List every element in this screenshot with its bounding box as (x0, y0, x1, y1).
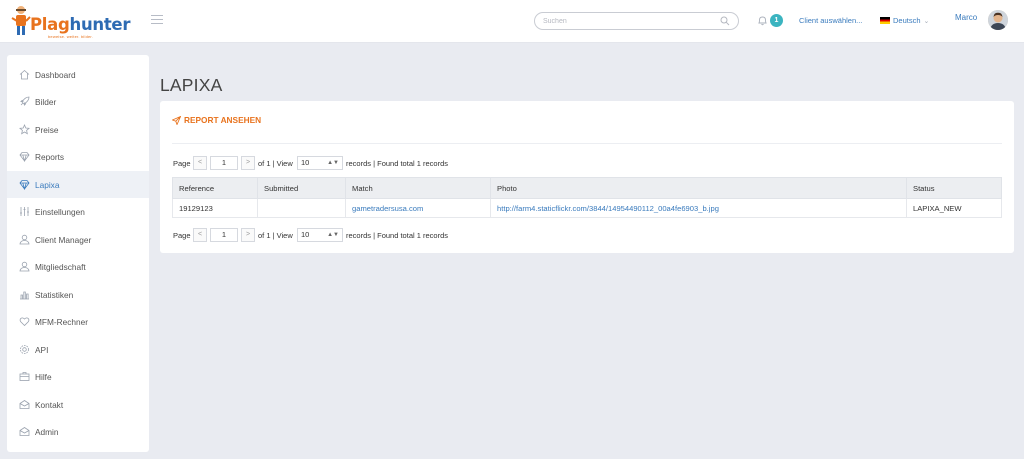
prev-page-button[interactable]: < (193, 156, 207, 170)
notification-badge[interactable]: 1 (770, 14, 783, 27)
sidebar-item-einstellungen[interactable]: Einstellungen (7, 198, 149, 225)
bar-chart-icon (20, 291, 29, 300)
avatar[interactable] (988, 10, 1008, 30)
page-size-select[interactable]: 10 ▲▼ (297, 156, 343, 170)
next-page-button[interactable]: > (241, 228, 255, 242)
page-label: Page (173, 231, 191, 240)
column-header[interactable]: Status (906, 177, 1002, 199)
cell-submitted (257, 198, 346, 218)
sidebar-item-mitgliedschaft[interactable]: Mitgliedschaft (7, 253, 149, 280)
cell-photo-link[interactable]: http://farm4.staticflickr.com/3844/14954… (490, 198, 907, 218)
search-input[interactable] (543, 15, 713, 27)
send-icon (171, 115, 182, 126)
page-of-label: of 1 | View (258, 159, 293, 168)
select-arrows-icon: ▲▼ (327, 232, 339, 238)
cell-match-link[interactable]: gametradersusa.com (345, 198, 491, 218)
sidebar-item-kontakt[interactable]: Kontakt (7, 391, 149, 418)
search-box (534, 12, 739, 30)
page-number-input[interactable]: 1 (210, 156, 238, 170)
sidebar: Dashboard Bilder Preise Reports Lapixa E… (7, 55, 149, 452)
sidebar-item-preise[interactable]: Preise (7, 116, 149, 143)
table-header-row: Reference Submitted Match Photo Status (172, 177, 1002, 199)
content-panel: REPORT ANSEHEN Page < 1 > of 1 | View 10… (160, 101, 1014, 253)
sidebar-item-reports[interactable]: Reports (7, 143, 149, 170)
records-label: records | Found total 1 records (346, 159, 448, 168)
sidebar-item-mfm-rechner[interactable]: MFM-Rechner (7, 308, 149, 335)
records-label: records | Found total 1 records (346, 231, 448, 240)
sidebar-item-client-manager[interactable]: Client Manager (7, 226, 149, 253)
sidebar-item-statistiken[interactable]: Statistiken (7, 281, 149, 308)
gear-icon (20, 345, 29, 354)
user-icon (19, 234, 30, 245)
diamond-icon (19, 152, 30, 162)
sidebar-item-api[interactable]: API (7, 336, 149, 363)
page-title: LAPIXA (160, 75, 223, 95)
logo[interactable]: Plaghunter beweise. weiter. bilder. (10, 5, 130, 39)
sidebar-item-hilfe[interactable]: Hilfe (7, 363, 149, 390)
sidebar-item-lapixa[interactable]: Lapixa (7, 171, 149, 198)
star-icon (19, 124, 30, 135)
rocket-icon (20, 96, 30, 106)
page-of-label: of 1 | View (258, 231, 293, 240)
menu-toggle-icon[interactable] (151, 15, 163, 25)
hunter-figure-icon (11, 6, 31, 35)
sidebar-item-admin[interactable]: Admin (7, 418, 149, 445)
results-table: Reference Submitted Match Photo Status 1… (172, 177, 1002, 218)
sidebar-item-dashboard[interactable]: Dashboard (7, 61, 149, 88)
bell-icon[interactable] (757, 15, 768, 26)
user-name[interactable]: Marco (955, 13, 977, 22)
briefcase-icon (19, 372, 30, 381)
page-size-select[interactable]: 10 ▲▼ (297, 228, 343, 242)
logo-tagline: beweise. weiter. bilder. (48, 34, 94, 39)
page-label: Page (173, 159, 191, 168)
column-header[interactable]: Match (345, 177, 491, 199)
language-select[interactable]: Deutsch ⌄ (880, 16, 929, 25)
next-page-button[interactable]: > (241, 156, 255, 170)
table-row: 19129123 gametradersusa.com http://farm4… (172, 198, 1002, 218)
pagination-bottom: Page < 1 > of 1 | View 10 ▲▼ records | Fo… (173, 227, 573, 243)
cell-reference: 19129123 (172, 198, 258, 218)
diamond-icon (19, 180, 30, 190)
home-icon (19, 69, 30, 80)
search-icon[interactable] (720, 16, 730, 26)
user-photo-icon (988, 10, 1008, 30)
cell-status: LAPIXA_NEW (906, 198, 1002, 218)
language-label: Deutsch (893, 16, 921, 25)
logo-text: Plaghunter (30, 15, 131, 34)
german-flag-icon (880, 17, 890, 24)
user-icon (19, 261, 30, 272)
pagination-top: Page < 1 > of 1 | View 10 ▲▼ records | Fo… (173, 155, 573, 171)
client-select-dropdown[interactable]: Client auswählen... (799, 16, 862, 25)
divider (172, 143, 1002, 144)
top-bar: Plaghunter beweise. weiter. bilder. 1 Cl… (0, 0, 1024, 43)
column-header[interactable]: Reference (172, 177, 258, 199)
sliders-icon (20, 207, 29, 216)
heart-icon (19, 317, 30, 327)
column-header[interactable]: Submitted (257, 177, 346, 199)
page-number-input[interactable]: 1 (210, 228, 238, 242)
column-header[interactable]: Photo (490, 177, 907, 199)
prev-page-button[interactable]: < (193, 228, 207, 242)
select-arrows-icon: ▲▼ (327, 160, 339, 166)
report-view-link[interactable]: REPORT ANSEHEN (171, 115, 261, 126)
sidebar-item-bilder[interactable]: Bilder (7, 88, 149, 115)
chevron-down-icon: ⌄ (923, 18, 930, 25)
envelope-icon (19, 427, 30, 436)
envelope-icon (19, 400, 30, 409)
